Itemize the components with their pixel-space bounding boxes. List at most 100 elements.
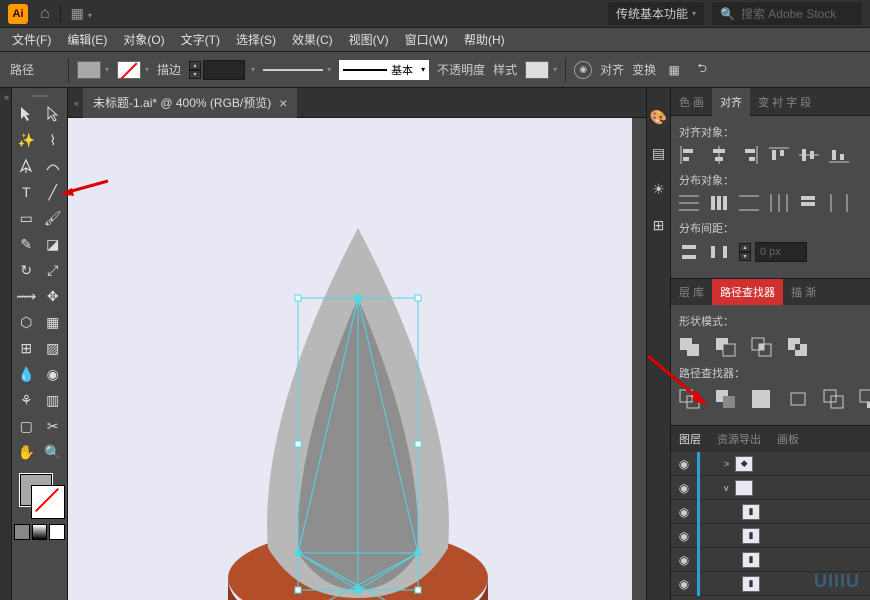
menu-file[interactable]: 文件(F) [6,29,57,50]
stroke-profile[interactable]: ▾ [263,65,331,74]
gradient-tool[interactable]: ▨ [41,336,66,360]
layer-row[interactable]: ◉ ▮ [671,524,870,548]
artboard-tool[interactable]: ▢ [14,414,39,438]
color-mode-normal[interactable] [14,524,30,540]
align-bottom[interactable] [829,146,849,164]
minus-front-icon[interactable] [715,337,737,357]
symbol-sprayer-tool[interactable]: ⚘ [14,388,39,412]
panel-tab-stroke[interactable]: 描 渐 [783,279,824,305]
recolor-icon[interactable]: ◉ [574,61,592,79]
dist-hcenter[interactable] [799,194,819,212]
menu-view[interactable]: 视图(V) [343,29,395,50]
trim-icon[interactable] [715,389,737,409]
color-mode-gradient[interactable] [32,524,48,540]
type-tool[interactable]: T [14,180,39,204]
twisty-icon[interactable]: > [724,459,729,469]
menu-type[interactable]: 文字(T) [175,29,226,50]
stroke-swatch[interactable]: ▾ [117,61,149,79]
search-input[interactable]: 🔍 搜索 Adobe Stock [712,2,862,25]
home-icon[interactable]: ⌂ [40,5,50,23]
collapse-dock-icon[interactable]: » [4,92,7,102]
blend-tool[interactable]: ◉ [41,362,66,386]
unite-icon[interactable] [679,337,701,357]
swatches-panel-icon[interactable]: ▤ [650,144,668,162]
crop-icon[interactable] [787,389,809,409]
canvas[interactable] [68,118,646,600]
twisty-icon[interactable]: v [724,483,729,493]
edit-icon[interactable]: ⮌ [692,60,712,80]
panel-tab-layers2[interactable]: 图层 [671,426,709,452]
divide-icon[interactable] [679,389,701,409]
align-hcenter[interactable] [709,146,729,164]
fill-swatch[interactable]: ▾ [77,61,109,79]
color-panel-icon[interactable]: 🎨 [650,108,668,126]
visibility-icon[interactable]: ◉ [677,457,691,471]
eraser-tool[interactable]: ◪ [41,232,66,256]
dist-top[interactable] [679,194,699,212]
visibility-icon[interactable]: ◉ [677,505,691,519]
panel-tab-assets[interactable]: 资源导出 [709,426,769,452]
workspace-switcher[interactable]: 传统基本功能 ▾ [608,2,704,25]
align-left[interactable] [679,146,699,164]
dist-space-v[interactable] [679,243,699,261]
visibility-icon[interactable]: ◉ [677,553,691,567]
mesh-tool[interactable]: ⊞ [14,336,39,360]
scale-tool[interactable]: ⤢ [41,258,66,282]
curvature-tool[interactable] [41,154,66,178]
align-top[interactable] [769,146,789,164]
visibility-icon[interactable]: ◉ [677,577,691,591]
align-link[interactable]: 对齐 [600,61,624,78]
free-transform-tool[interactable]: ✥ [41,284,66,308]
collapse-panels-icon[interactable]: « [68,98,83,108]
hand-tool[interactable]: ✋ [14,440,39,464]
dist-vcenter[interactable] [709,194,729,212]
visibility-icon[interactable]: ◉ [677,529,691,543]
panel-tab-align[interactable]: 对齐 [712,88,750,116]
dist-left[interactable] [769,194,789,212]
lasso-tool[interactable]: ⌇ [41,128,66,152]
layer-row[interactable]: ◉ v [671,476,870,500]
layer-row[interactable]: ◉ ▮ [671,500,870,524]
document-tab[interactable]: 未标题-1.ai* @ 400% (RGB/预览) × [83,88,297,118]
dist-bottom[interactable] [739,194,759,212]
transform-link[interactable]: 变换 [632,61,656,78]
paintbrush-tool[interactable]: 🖌 [41,206,66,230]
perspective-tool[interactable]: ▦ [41,310,66,334]
dist-space-h[interactable] [709,243,729,261]
color-mode-none[interactable] [49,524,65,540]
layer-row[interactable]: ◉ ▮ [671,548,870,572]
graph-tool[interactable]: ▥ [41,388,66,412]
align-vcenter[interactable] [799,146,819,164]
visibility-icon[interactable]: ◉ [677,481,691,495]
menu-object[interactable]: 对象(O) [117,29,170,50]
stroke-color[interactable] [32,486,64,518]
align-right[interactable] [739,146,759,164]
menu-help[interactable]: 帮助(H) [458,29,511,50]
arrange-documents-icon[interactable]: ▦▾ [71,5,92,22]
rotate-tool[interactable]: ↻ [14,258,39,282]
zoom-tool[interactable]: 🔍 [41,440,66,464]
symbols-panel-icon[interactable]: ⊞ [650,216,668,234]
panel-tab-other[interactable]: 变 衬 字 段 [750,88,819,116]
menu-select[interactable]: 选择(S) [230,29,282,50]
intersect-icon[interactable] [751,337,773,357]
width-tool[interactable]: ⟿ [14,284,39,308]
eyedropper-tool[interactable]: 💧 [14,362,39,386]
spacing-input[interactable]: ▴▾ 0 px [739,242,807,262]
line-tool[interactable]: ╱ [41,180,66,204]
panel-tab-color[interactable]: 色 画 [671,88,712,116]
menu-effect[interactable]: 效果(C) [286,29,339,50]
rectangle-tool[interactable]: ▭ [14,206,39,230]
shaper-tool[interactable]: ✎ [14,232,39,256]
panel-tab-pathfinder[interactable]: 路径查找器 [712,279,783,305]
outline-icon[interactable] [823,389,845,409]
magic-wand-tool[interactable]: ✨ [14,128,39,152]
menu-window[interactable]: 窗口(W) [399,29,454,50]
panel-tab-layers[interactable]: 层 库 [671,279,712,305]
brushes-panel-icon[interactable]: ☀ [650,180,668,198]
pen-tool[interactable] [14,154,39,178]
isolate-icon[interactable]: ▦ [664,60,684,80]
stroke-weight[interactable]: ▴▾ ▾ [189,60,255,80]
shape-builder-tool[interactable]: ⬡ [14,310,39,334]
scrollbar-vertical[interactable] [632,118,646,600]
